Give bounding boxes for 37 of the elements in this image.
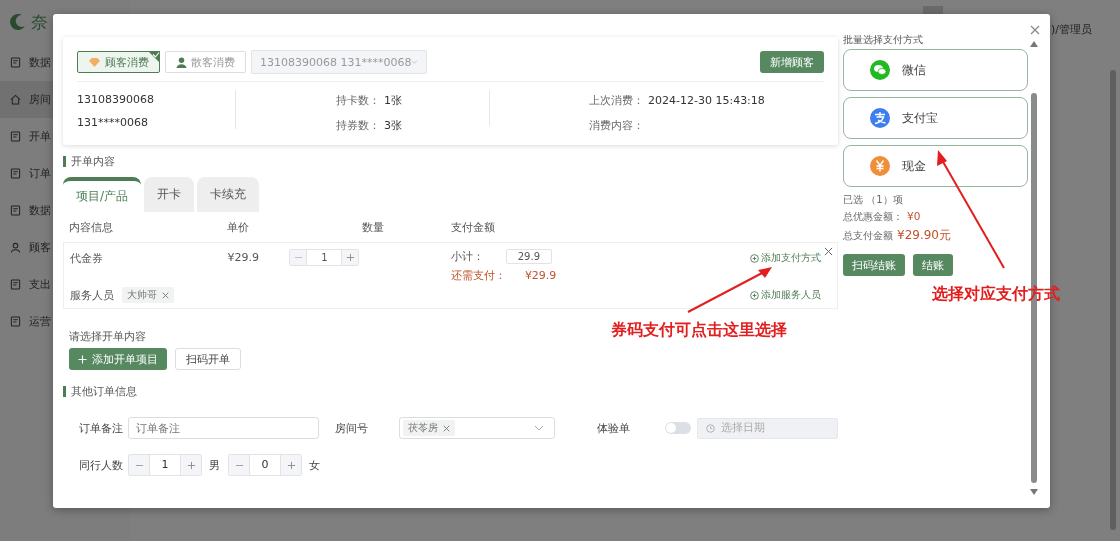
annotation: 券码支付可点击这里选择 <box>611 320 787 341</box>
masked-phone: 131****0068 <box>77 116 149 129</box>
field-label: 体验单 <box>597 420 631 436</box>
field-label: 同行人数 <box>79 457 123 473</box>
total-label: 总支付金额 <box>843 229 893 243</box>
field-label: 订单备注 <box>79 420 123 436</box>
field-label: 房间号 <box>335 420 369 436</box>
unit-label: 女 <box>309 457 320 473</box>
history-label: 上次消费： <box>589 93 644 108</box>
item-name: 代金券 <box>70 251 104 267</box>
user-role: )/管理员 <box>1051 22 1092 37</box>
phone-number: 13108390068 <box>77 93 155 106</box>
staff-label: 服务人员 <box>70 287 114 303</box>
stat-value: 1张 <box>384 93 402 108</box>
due-label: 还需支付： <box>450 268 506 283</box>
selected-count: 已选 （1）项 <box>843 193 904 207</box>
section-title: 开单内容 <box>63 156 838 167</box>
logo-text: 奈 <box>31 10 48 34</box>
stat-value: 3张 <box>384 118 402 133</box>
column-header: 数量 <box>362 219 385 235</box>
section-title: 其他订单信息 <box>63 386 838 397</box>
discount-amount: ¥0 <box>907 210 921 222</box>
payment-title: 批量选择支付方式 <box>843 33 924 47</box>
subtotal-label: 小计： <box>450 249 484 264</box>
hint-text: 请选择开单内容 <box>69 330 146 343</box>
column-header: 单价 <box>227 219 250 235</box>
stat-label: 持卡数： <box>336 93 380 108</box>
stat-label: 持券数： <box>336 118 380 133</box>
column-header: 内容信息 <box>69 219 114 235</box>
history-label: 消费内容： <box>589 118 644 133</box>
discount-label: 总优惠金额： <box>843 210 903 224</box>
total-amount: ¥29.90元 <box>897 227 951 244</box>
history-value: 2024-12-30 15:43:18 <box>648 94 765 107</box>
due-amount: ¥29.9 <box>524 269 557 282</box>
unit-label: 男 <box>209 457 220 473</box>
column-header: 支付金额 <box>451 219 495 235</box>
item-price: ¥29.9 <box>227 250 261 266</box>
